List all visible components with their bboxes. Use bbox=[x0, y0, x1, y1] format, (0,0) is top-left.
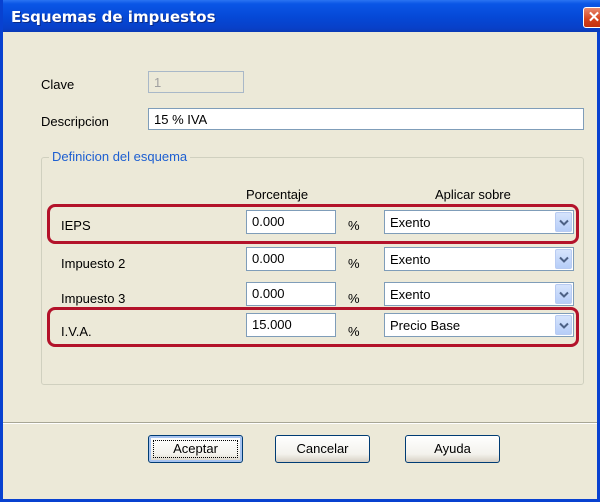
descripcion-field[interactable]: 15 % IVA bbox=[148, 108, 584, 130]
column-header-porcentaje: Porcentaje bbox=[246, 187, 309, 202]
dialog-window: Esquemas de impuestos ✕ Clave 1 Descripc… bbox=[0, 0, 600, 502]
aplicar-value-iva: Precio Base bbox=[390, 318, 461, 333]
ayuda-button[interactable]: Ayuda bbox=[405, 435, 500, 463]
row-label-impuesto-3: Impuesto 3 bbox=[61, 291, 126, 306]
close-icon: ✕ bbox=[587, 9, 600, 26]
chevron-down-icon[interactable] bbox=[555, 249, 572, 269]
porcentaje-value-ieps: 0.000 bbox=[252, 214, 285, 229]
descripcion-value: 15 % IVA bbox=[154, 112, 208, 127]
percent-unit-impuesto-2: % bbox=[348, 256, 360, 271]
porcentaje-value-impuesto-2: 0.000 bbox=[252, 251, 285, 266]
aplicar-select-impuesto-3[interactable]: Exento bbox=[384, 282, 574, 306]
aplicar-select-iva[interactable]: Precio Base bbox=[384, 313, 574, 337]
percent-unit-ieps: % bbox=[348, 218, 360, 233]
clave-label: Clave bbox=[41, 77, 75, 92]
porcentaje-input-iva[interactable]: 15.000 bbox=[246, 313, 336, 337]
row-label-impuesto-2: Impuesto 2 bbox=[61, 256, 126, 271]
row-label-iva: I.V.A. bbox=[61, 324, 92, 339]
porcentaje-input-ieps[interactable]: 0.000 bbox=[246, 210, 336, 234]
porcentaje-value-iva: 15.000 bbox=[252, 317, 292, 332]
aceptar-button[interactable]: Aceptar bbox=[148, 435, 243, 463]
percent-unit-impuesto-3: % bbox=[348, 291, 360, 306]
percent-unit-iva: % bbox=[348, 324, 360, 339]
aplicar-select-impuesto-2[interactable]: Exento bbox=[384, 247, 574, 271]
chevron-down-icon[interactable] bbox=[555, 315, 572, 335]
title-bar[interactable]: Esquemas de impuestos ✕ bbox=[3, 0, 600, 32]
chevron-down-icon[interactable] bbox=[555, 212, 572, 232]
porcentaje-value-impuesto-3: 0.000 bbox=[252, 286, 285, 301]
column-header-aplicar: Aplicar sobre bbox=[435, 187, 511, 202]
cancelar-label: Cancelar bbox=[296, 441, 349, 456]
close-button[interactable]: ✕ bbox=[583, 7, 600, 28]
aplicar-value-impuesto-3: Exento bbox=[390, 287, 431, 302]
ayuda-label: Ayuda bbox=[434, 441, 471, 456]
window-title: Esquemas de impuestos bbox=[11, 8, 216, 26]
row-label-ieps: IEPS bbox=[61, 218, 91, 233]
aceptar-label: Aceptar bbox=[149, 436, 242, 462]
descripcion-label: Descripcion bbox=[41, 114, 109, 129]
group-title: Definicion del esquema bbox=[49, 149, 191, 164]
porcentaje-input-impuesto-3[interactable]: 0.000 bbox=[246, 282, 336, 306]
porcentaje-input-impuesto-2[interactable]: 0.000 bbox=[246, 247, 336, 271]
aplicar-value-impuesto-2: Exento bbox=[390, 252, 431, 267]
aplicar-select-ieps[interactable]: Exento bbox=[384, 210, 574, 234]
chevron-down-icon[interactable] bbox=[555, 284, 572, 304]
footer-separator bbox=[3, 422, 597, 424]
aplicar-value-ieps: Exento bbox=[390, 215, 431, 230]
clave-value: 1 bbox=[154, 75, 162, 90]
clave-field: 1 bbox=[148, 71, 244, 93]
cancelar-button[interactable]: Cancelar bbox=[275, 435, 370, 463]
